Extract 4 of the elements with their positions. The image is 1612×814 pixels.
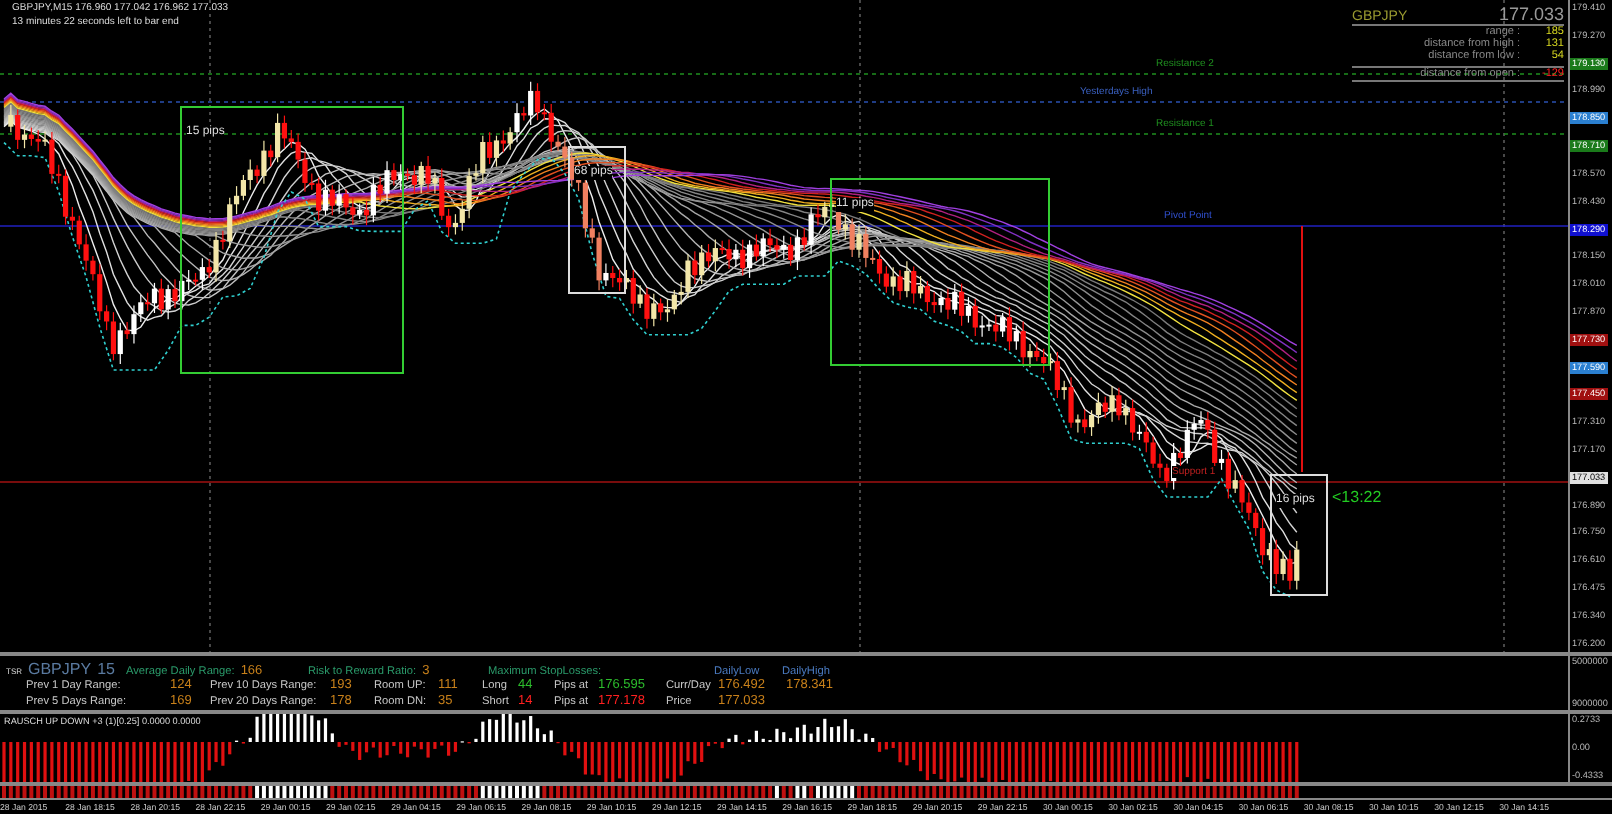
symbol-text: GBPJPY [28, 660, 92, 678]
timer-text: <13:22 [1332, 488, 1382, 506]
timeframe-text: 15 [97, 660, 115, 678]
quote-price: 177.033 [1498, 4, 1564, 24]
